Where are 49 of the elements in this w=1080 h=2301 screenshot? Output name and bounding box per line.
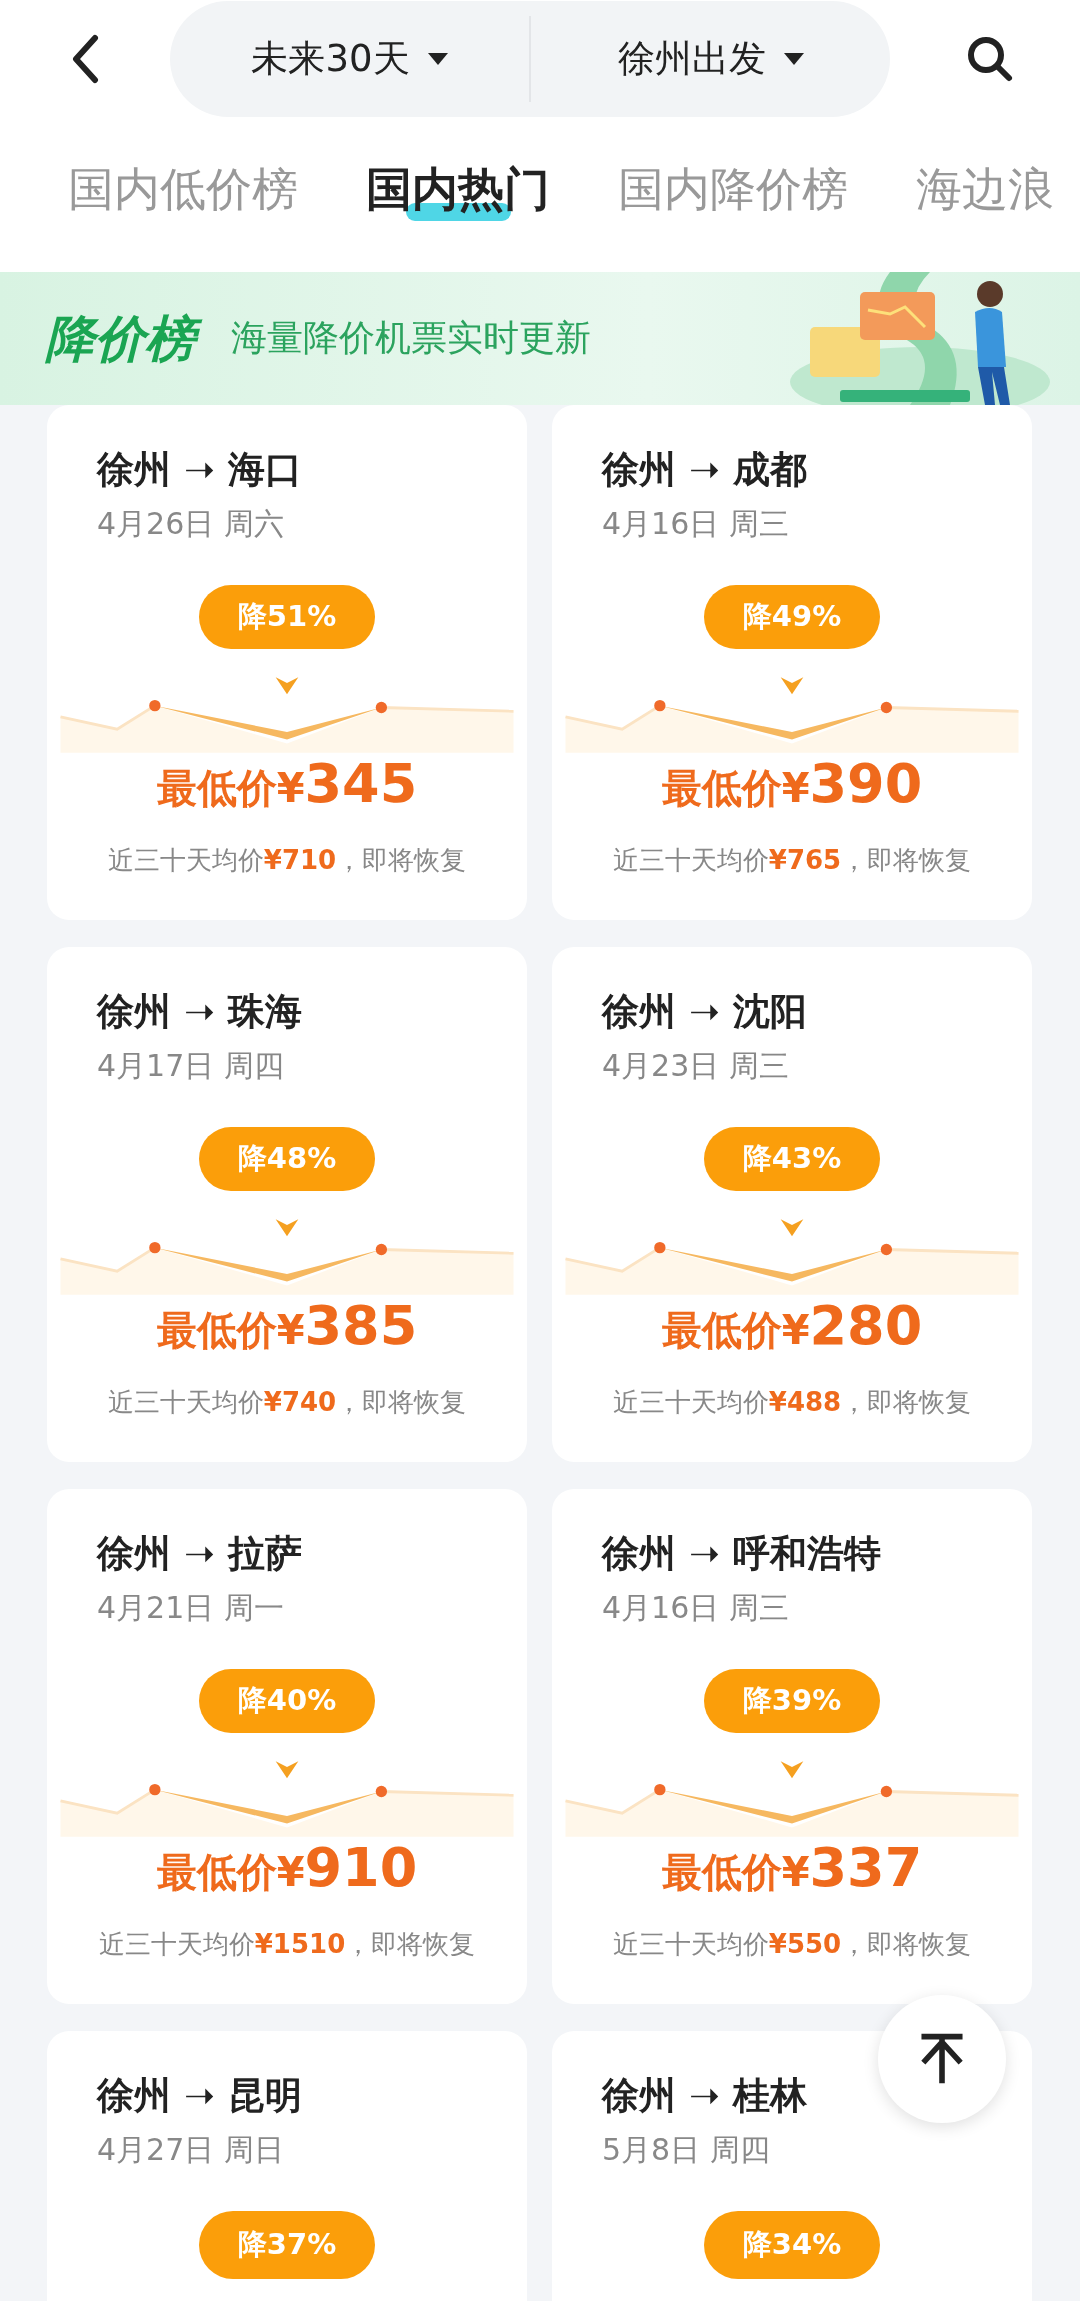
average-price-note: 近三十天均价¥765，即将恢复 [612,844,972,877]
lowest-price: 最低价¥910 [156,1837,418,1901]
average-price-note: 近三十天均价¥710，即将恢复 [107,844,467,877]
discount-badge: 降37% [199,2211,375,2279]
flight-date: 4月27日 周日 [97,2131,284,2169]
route-title: 徐州 ➝ 桂林 [602,2073,807,2119]
discount-badge: 降51% [199,585,375,650]
tab[interactable]: 国内热门 [366,159,550,231]
discount-badge: 降34% [704,2211,880,2279]
flight-date: 4月17日 周四 [97,1047,284,1085]
discount-badge: 降39% [704,1669,880,1734]
discount-badge: 降48% [199,1127,375,1192]
flight-date: 4月16日 周三 [602,1589,789,1627]
lowest-price: 最低价¥280 [661,1295,923,1359]
flight-date: 5月8日 周四 [602,2131,770,2169]
average-price-note: 近三十天均价¥550，即将恢复 [612,1928,972,1961]
flight-deal-card[interactable]: 徐州 ➝ 海口 4月26日 周六 降51% 最低价¥345 近三十天均价¥710，即将恢复 [47,405,527,920]
filter-dropdown[interactable]: 未来30天 [170,1,529,117]
route-title: 徐州 ➝ 成都 [602,447,807,493]
flight-deal-card[interactable]: 徐州 ➝ 昆明 4月27日 周日 降37% [47,2031,527,2301]
lowest-price: 最低价¥345 [156,753,418,817]
flight-deal-card[interactable]: 徐州 ➝ 珠海 4月17日 周四 降48% 最低价¥385 近三十天均价¥740，即将恢复 [47,947,527,1462]
flight-deal-card[interactable]: 徐州 ➝ 呼和浩特 4月16日 周三 降39% 最低价¥337 近三十天均价¥550，即将恢复 [552,1489,1032,2004]
route-title: 徐州 ➝ 珠海 [97,989,302,1035]
flight-deal-card[interactable]: 徐州 ➝ 桂林 5月8日 周四 降34% [552,2031,1032,2301]
discount-badge: 降49% [704,585,880,650]
flight-date: 4月16日 周三 [602,505,789,543]
filter-dropdown[interactable]: 徐州出发 [531,1,890,117]
flight-deal-card[interactable]: 徐州 ➝ 拉萨 4月21日 周一 降40% 最低价¥910 近三十天均价¥1510，即将恢复 [47,1489,527,2004]
average-price-note: 近三十天均价¥740，即将恢复 [107,1386,467,1419]
average-price-note: 近三十天均价¥488，即将恢复 [612,1386,972,1419]
banner-logo: 降价榜 [45,302,209,375]
route-title: 徐州 ➝ 海口 [97,447,302,493]
banner-subtitle: 海量降价机票实时更新 [231,316,591,360]
route-title: 徐州 ➝ 沈阳 [602,989,807,1035]
flight-date: 4月21日 周一 [97,1589,284,1627]
discount-badge: 降40% [199,1669,375,1734]
discount-badge: 降43% [704,1127,880,1192]
lowest-price: 最低价¥385 [156,1295,418,1359]
lowest-price: 最低价¥337 [661,1837,923,1901]
route-title: 徐州 ➝ 昆明 [97,2073,302,2119]
route-title: 徐州 ➝ 呼和浩特 [602,1531,881,1577]
flight-deal-card[interactable]: 徐州 ➝ 成都 4月16日 周三 降49% 最低价¥390 近三十天均价¥765，即将恢复 [552,405,1032,920]
flight-date: 4月23日 周三 [602,1047,789,1085]
flight-deal-card[interactable]: 徐州 ➝ 沈阳 4月23日 周三 降43% 最低价¥280 近三十天均价¥488，即将恢复 [552,947,1032,1462]
average-price-note: 近三十天均价¥1510，即将恢复 [98,1928,476,1961]
route-title: 徐州 ➝ 拉萨 [97,1531,302,1577]
lowest-price: 最低价¥390 [661,753,923,817]
flight-date: 4月26日 周六 [97,505,284,543]
